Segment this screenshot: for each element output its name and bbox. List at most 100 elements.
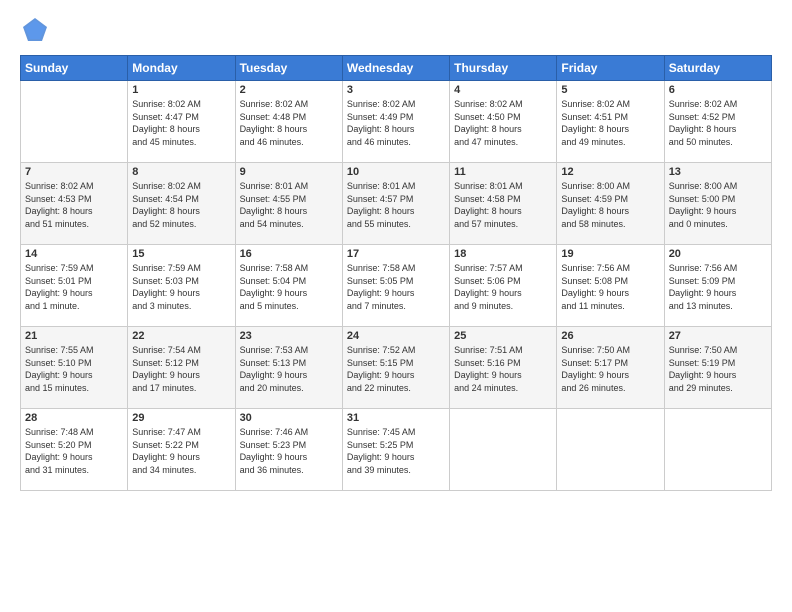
day-info: Sunrise: 8:02 AM Sunset: 4:50 PM Dayligh… (454, 98, 552, 148)
day-info: Sunrise: 7:59 AM Sunset: 5:03 PM Dayligh… (132, 262, 230, 312)
page: SundayMondayTuesdayWednesdayThursdayFrid… (0, 0, 792, 612)
logo-icon (20, 15, 50, 45)
day-info: Sunrise: 8:01 AM Sunset: 4:57 PM Dayligh… (347, 180, 445, 230)
calendar-cell: 24 Sunrise: 7:52 AM Sunset: 5:15 PM Dayli… (342, 327, 449, 409)
day-number: 19 (561, 248, 659, 260)
logo (20, 15, 54, 45)
calendar-cell: 7 Sunrise: 8:02 AM Sunset: 4:53 PM Daylig… (21, 163, 128, 245)
calendar-week-row: 21 Sunrise: 7:55 AM Sunset: 5:10 PM Dayli… (21, 327, 772, 409)
day-info: Sunrise: 7:52 AM Sunset: 5:15 PM Dayligh… (347, 344, 445, 394)
calendar-cell: 25 Sunrise: 7:51 AM Sunset: 5:16 PM Dayli… (450, 327, 557, 409)
calendar-day-header: Sunday (21, 56, 128, 81)
calendar-day-header: Monday (128, 56, 235, 81)
day-info: Sunrise: 7:53 AM Sunset: 5:13 PM Dayligh… (240, 344, 338, 394)
day-info: Sunrise: 7:55 AM Sunset: 5:10 PM Dayligh… (25, 344, 123, 394)
day-number: 5 (561, 84, 659, 96)
day-number: 28 (25, 412, 123, 424)
calendar-cell: 17 Sunrise: 7:58 AM Sunset: 5:05 PM Dayli… (342, 245, 449, 327)
calendar-cell: 3Sunrise: 8:02 AM Sunset: 4:49 PM Daylig… (342, 81, 449, 163)
day-info: Sunrise: 7:47 AM Sunset: 5:22 PM Dayligh… (132, 426, 230, 476)
calendar-cell: 9 Sunrise: 8:01 AM Sunset: 4:55 PM Daylig… (235, 163, 342, 245)
day-info: Sunrise: 7:45 AM Sunset: 5:25 PM Dayligh… (347, 426, 445, 476)
day-info: Sunrise: 7:50 AM Sunset: 5:17 PM Dayligh… (561, 344, 659, 394)
day-number: 20 (669, 248, 767, 260)
day-number: 24 (347, 330, 445, 342)
day-info: Sunrise: 7:58 AM Sunset: 5:05 PM Dayligh… (347, 262, 445, 312)
calendar-cell: 31Sunrise: 7:45 AM Sunset: 5:25 PM Dayli… (342, 409, 449, 491)
day-info: Sunrise: 8:02 AM Sunset: 4:47 PM Dayligh… (132, 98, 230, 148)
calendar-day-header: Friday (557, 56, 664, 81)
day-number: 8 (132, 166, 230, 178)
calendar-cell: 6 Sunrise: 8:02 AM Sunset: 4:52 PM Daylig… (664, 81, 771, 163)
header (20, 15, 772, 45)
calendar-cell: 21 Sunrise: 7:55 AM Sunset: 5:10 PM Dayli… (21, 327, 128, 409)
calendar-cell: 20 Sunrise: 7:56 AM Sunset: 5:09 PM Dayli… (664, 245, 771, 327)
day-info: Sunrise: 8:02 AM Sunset: 4:53 PM Dayligh… (25, 180, 123, 230)
calendar-cell: 14 Sunrise: 7:59 AM Sunset: 5:01 PM Dayli… (21, 245, 128, 327)
day-number: 13 (669, 166, 767, 178)
calendar-cell: 30 Sunrise: 7:46 AM Sunset: 5:23 PM Dayli… (235, 409, 342, 491)
day-number: 7 (25, 166, 123, 178)
calendar-cell: 18 Sunrise: 7:57 AM Sunset: 5:06 PM Dayli… (450, 245, 557, 327)
calendar-week-row: 7 Sunrise: 8:02 AM Sunset: 4:53 PM Daylig… (21, 163, 772, 245)
calendar-day-header: Wednesday (342, 56, 449, 81)
calendar-header-row: SundayMondayTuesdayWednesdayThursdayFrid… (21, 56, 772, 81)
day-number: 27 (669, 330, 767, 342)
calendar-cell: 16Sunrise: 7:58 AM Sunset: 5:04 PM Dayli… (235, 245, 342, 327)
calendar-cell: 5 Sunrise: 8:02 AM Sunset: 4:51 PM Daylig… (557, 81, 664, 163)
day-info: Sunrise: 8:02 AM Sunset: 4:52 PM Dayligh… (669, 98, 767, 148)
calendar-cell: 10 Sunrise: 8:01 AM Sunset: 4:57 PM Dayli… (342, 163, 449, 245)
day-number: 12 (561, 166, 659, 178)
day-info: Sunrise: 7:57 AM Sunset: 5:06 PM Dayligh… (454, 262, 552, 312)
calendar-day-header: Tuesday (235, 56, 342, 81)
calendar-table: SundayMondayTuesdayWednesdayThursdayFrid… (20, 55, 772, 491)
day-info: Sunrise: 8:02 AM Sunset: 4:49 PM Dayligh… (347, 98, 445, 148)
calendar-cell (557, 409, 664, 491)
day-info: Sunrise: 7:58 AM Sunset: 5:04 PM Dayligh… (240, 262, 338, 312)
calendar-cell (21, 81, 128, 163)
calendar-cell: 11 Sunrise: 8:01 AM Sunset: 4:58 PM Dayli… (450, 163, 557, 245)
calendar-week-row: 14 Sunrise: 7:59 AM Sunset: 5:01 PM Dayli… (21, 245, 772, 327)
day-info: Sunrise: 7:46 AM Sunset: 5:23 PM Dayligh… (240, 426, 338, 476)
day-info: Sunrise: 8:01 AM Sunset: 4:55 PM Dayligh… (240, 180, 338, 230)
day-info: Sunrise: 8:00 AM Sunset: 4:59 PM Dayligh… (561, 180, 659, 230)
day-info: Sunrise: 8:02 AM Sunset: 4:48 PM Dayligh… (240, 98, 338, 148)
calendar-cell: 27Sunrise: 7:50 AM Sunset: 5:19 PM Dayli… (664, 327, 771, 409)
calendar-cell: 28Sunrise: 7:48 AM Sunset: 5:20 PM Dayli… (21, 409, 128, 491)
calendar-week-row: 28Sunrise: 7:48 AM Sunset: 5:20 PM Dayli… (21, 409, 772, 491)
day-info: Sunrise: 7:56 AM Sunset: 5:09 PM Dayligh… (669, 262, 767, 312)
day-number: 17 (347, 248, 445, 260)
calendar-cell: 29 Sunrise: 7:47 AM Sunset: 5:22 PM Dayli… (128, 409, 235, 491)
day-info: Sunrise: 7:54 AM Sunset: 5:12 PM Dayligh… (132, 344, 230, 394)
day-number: 21 (25, 330, 123, 342)
day-number: 22 (132, 330, 230, 342)
day-number: 23 (240, 330, 338, 342)
day-number: 18 (454, 248, 552, 260)
day-info: Sunrise: 8:00 AM Sunset: 5:00 PM Dayligh… (669, 180, 767, 230)
day-number: 6 (669, 84, 767, 96)
day-info: Sunrise: 8:02 AM Sunset: 4:54 PM Dayligh… (132, 180, 230, 230)
calendar-cell: 4Sunrise: 8:02 AM Sunset: 4:50 PM Daylig… (450, 81, 557, 163)
day-number: 29 (132, 412, 230, 424)
day-number: 2 (240, 84, 338, 96)
calendar-cell: 15Sunrise: 7:59 AM Sunset: 5:03 PM Dayli… (128, 245, 235, 327)
calendar-cell: 26Sunrise: 7:50 AM Sunset: 5:17 PM Dayli… (557, 327, 664, 409)
day-number: 11 (454, 166, 552, 178)
calendar-week-row: 1Sunrise: 8:02 AM Sunset: 4:47 PM Daylig… (21, 81, 772, 163)
day-info: Sunrise: 7:56 AM Sunset: 5:08 PM Dayligh… (561, 262, 659, 312)
day-info: Sunrise: 8:02 AM Sunset: 4:51 PM Dayligh… (561, 98, 659, 148)
calendar-cell: 23 Sunrise: 7:53 AM Sunset: 5:13 PM Dayli… (235, 327, 342, 409)
day-number: 10 (347, 166, 445, 178)
day-number: 30 (240, 412, 338, 424)
day-info: Sunrise: 7:59 AM Sunset: 5:01 PM Dayligh… (25, 262, 123, 312)
calendar-cell: 22 Sunrise: 7:54 AM Sunset: 5:12 PM Dayli… (128, 327, 235, 409)
day-info: Sunrise: 8:01 AM Sunset: 4:58 PM Dayligh… (454, 180, 552, 230)
calendar-cell (664, 409, 771, 491)
calendar-cell (450, 409, 557, 491)
calendar-day-header: Thursday (450, 56, 557, 81)
day-number: 25 (454, 330, 552, 342)
day-number: 9 (240, 166, 338, 178)
calendar-cell: 1Sunrise: 8:02 AM Sunset: 4:47 PM Daylig… (128, 81, 235, 163)
day-number: 14 (25, 248, 123, 260)
day-info: Sunrise: 7:51 AM Sunset: 5:16 PM Dayligh… (454, 344, 552, 394)
